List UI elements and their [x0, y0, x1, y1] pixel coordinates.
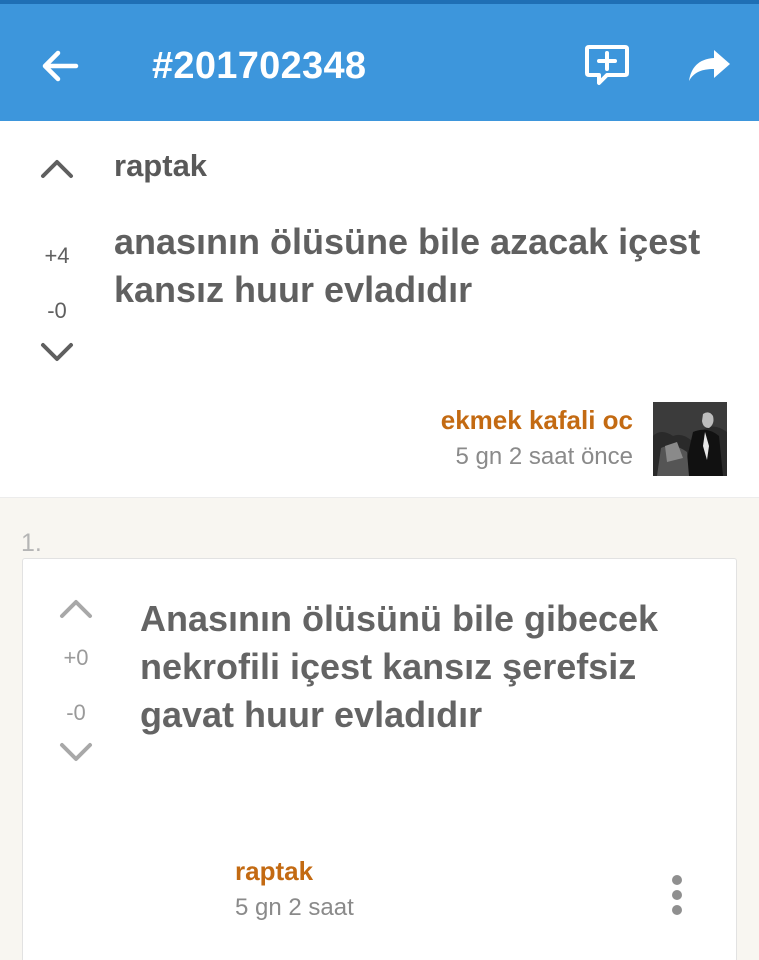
comment-index: 1.: [21, 529, 42, 557]
comment-timestamp: 5 gn 2 saat: [235, 894, 354, 921]
comment-body: Anasının ölüsünü bile gibecek nekrofili …: [140, 598, 659, 735]
upvote-count: +0: [63, 645, 89, 670]
page-title: #201702348: [152, 45, 367, 87]
avatar-portrait-icon: [653, 402, 727, 476]
post-timestamp: 5 gn 2 saat önce: [455, 443, 633, 470]
post-title[interactable]: raptak: [114, 148, 207, 184]
comment-card: +0 -0 Anasının ölüsünü bile gibecek nekr…: [22, 558, 737, 960]
entry-post: +4 -0 raptak anasının ölüsüne bile azaca…: [0, 121, 759, 498]
avatar[interactable]: [653, 402, 727, 476]
comment-author[interactable]: raptak: [235, 856, 313, 887]
comment-vote-column: +0 -0: [51, 597, 101, 761]
back-button[interactable]: [38, 44, 82, 88]
post-body: anasının ölüsüne bile azacak içest kansı…: [114, 221, 701, 310]
share-icon: [689, 50, 730, 81]
downvote-icon[interactable]: [40, 341, 74, 363]
comments-section: 1. +0 -0 Anasının ölüsünü bile gibecek n…: [0, 498, 759, 960]
downvote-count: -0: [47, 298, 67, 323]
downvote-count: -0: [66, 700, 86, 725]
add-comment-button[interactable]: [583, 42, 631, 90]
downvote-icon[interactable]: [59, 741, 93, 763]
more-vertical-icon: [666, 875, 688, 915]
arrow-left-icon: [42, 50, 79, 82]
app-bar: #201702348: [0, 0, 759, 121]
upvote-count: +4: [44, 243, 70, 268]
post-author[interactable]: ekmek kafali oc: [441, 405, 633, 436]
upvote-icon[interactable]: [59, 597, 93, 619]
post-vote-column: +4 -0: [32, 157, 82, 361]
comment-add-icon: [585, 45, 629, 85]
upvote-icon[interactable]: [40, 157, 74, 179]
more-options-button[interactable]: [666, 875, 688, 917]
share-button[interactable]: [686, 46, 732, 86]
